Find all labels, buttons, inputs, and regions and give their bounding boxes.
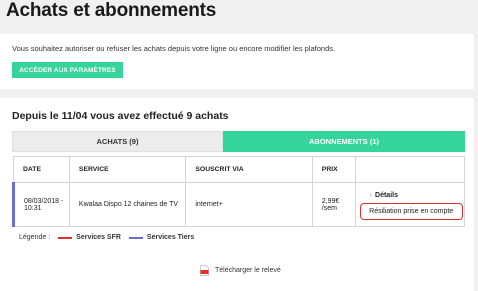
table-row: 08/03/2018 - 10:31 Kwalaa Dispo 12 chain…	[12, 182, 466, 227]
price-period: /sem	[321, 204, 337, 212]
download-link[interactable]: Télécharger le relevé	[200, 265, 281, 276]
subscriptions-table: DATE SERVICE SOUSCRIT VIA PRIX 08/03/201…	[12, 156, 466, 227]
settings-description: Vous souhaitez autoriser ou refuser les …	[12, 44, 336, 53]
chevron-right-icon: ›	[369, 192, 373, 199]
cell-date: 08/03/2018 - 10:31	[12, 182, 70, 227]
cell-details: › Détails Résiliation prise en compte	[354, 182, 466, 227]
legend-label: Légende :	[19, 234, 51, 241]
pdf-icon	[200, 265, 209, 276]
column-header-via: SOUSCRIT VIA	[185, 156, 313, 183]
tab-abonnements[interactable]: ABONNEMENTS (1)	[223, 131, 465, 152]
purchases-summary: Depuis le 11/04 vous avez effectué 9 ach…	[12, 110, 229, 122]
column-header-date: DATE	[13, 156, 70, 183]
legend-swatch-tiers	[128, 236, 143, 239]
settings-button[interactable]: ACCÉDER AUX PARAMÈTRES	[12, 62, 123, 78]
time-text: 10:31	[24, 204, 42, 212]
tab-achats[interactable]: ACHATS (9)	[12, 131, 223, 152]
legend: Légende : Services SFR Services Tiers	[19, 234, 194, 241]
settings-card: Vous souhaitez autoriser ou refuser les …	[0, 34, 474, 89]
legend-item-tiers: Services Tiers	[146, 234, 195, 241]
table-header-row: DATE SERVICE SOUSCRIT VIA PRIX	[13, 156, 466, 183]
purchases-card: Depuis le 11/04 vous avez effectué 9 ach…	[0, 98, 474, 291]
cell-price: 2,99€ /sem	[311, 182, 356, 227]
date-text: 08/03/2018 -	[24, 197, 64, 205]
column-header-price: PRIX	[311, 156, 356, 183]
details-label: Détails	[375, 192, 398, 199]
column-header-service: SERVICE	[68, 156, 187, 183]
page-title: Achats et abonnements	[6, 0, 217, 21]
legend-item-sfr: Services SFR	[76, 234, 121, 241]
legend-swatch-sfr	[58, 236, 73, 239]
cell-service: Kwalaa Dispo 12 chaines de TV	[68, 182, 187, 227]
tabs: ACHATS (9) ABONNEMENTS (1)	[12, 131, 465, 152]
details-link[interactable]: › Détails	[370, 192, 398, 199]
column-header-actions	[354, 156, 466, 183]
download-label: Télécharger le relevé	[215, 267, 281, 274]
status-badge: Résiliation prise en compte	[359, 203, 463, 220]
cell-via: internet+	[185, 182, 313, 227]
price-amount: 2,99€	[321, 197, 340, 205]
